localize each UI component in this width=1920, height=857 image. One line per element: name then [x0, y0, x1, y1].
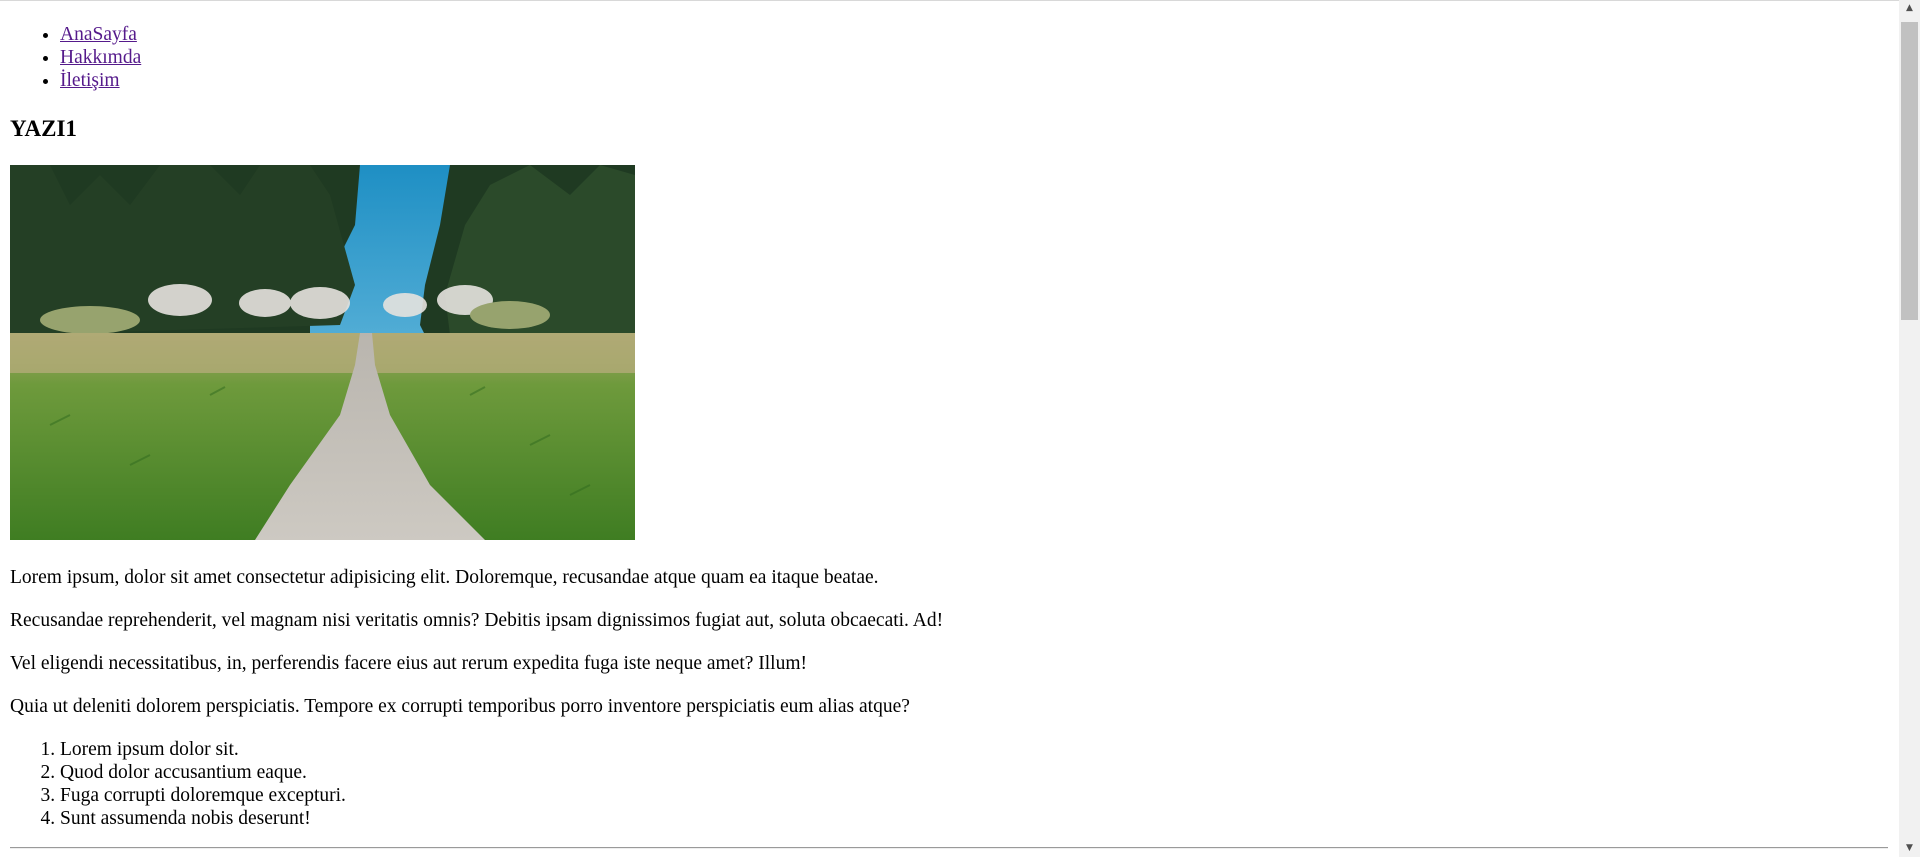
post-body: Lorem ipsum, dolor sit amet consectetur …: [10, 566, 1870, 738]
nav-link-home[interactable]: AnaSayfa: [60, 24, 137, 45]
vertical-scrollbar[interactable]: ▲ ▼: [1899, 0, 1920, 857]
post-paragraph: Recusandae reprehenderit, vel magnam nis…: [10, 610, 944, 631]
nav-item-contact: İletişim: [60, 69, 1889, 92]
list-item: Sunt assumenda nobis deserunt!: [60, 807, 346, 830]
scrollbar-thumb[interactable]: [1901, 22, 1918, 320]
post-paragraph: Lorem ipsum, dolor sit amet consectetur …: [10, 567, 879, 588]
page-content: AnaSayfa Hakkımda İletişim: [0, 23, 1899, 92]
nav-link-contact[interactable]: İletişim: [60, 70, 120, 91]
post-image: [10, 165, 635, 540]
horizontal-rule: [10, 847, 1888, 849]
page-viewport: AnaSayfa Hakkımda İletişim YAZI1: [0, 1, 1899, 857]
main-nav: AnaSayfa Hakkımda İletişim: [10, 23, 1889, 92]
scroll-up-arrow-icon[interactable]: ▲: [1899, 0, 1920, 17]
nav-link-about[interactable]: Hakkımda: [60, 47, 141, 68]
forest-path-illustration: [10, 165, 635, 540]
list-item: Fuga corrupti doloremque excepturi.: [60, 784, 346, 807]
list-item: Quod dolor accusantium eaque.: [60, 761, 346, 784]
nav-item-about: Hakkımda: [60, 46, 1889, 69]
scroll-down-arrow-icon[interactable]: ▼: [1899, 840, 1920, 857]
post-title: YAZI1: [10, 116, 77, 141]
post-paragraph: Vel eligendi necessitatibus, in, perfere…: [10, 653, 808, 674]
nav-item-home: AnaSayfa: [60, 23, 1889, 46]
post-paragraph: Quia ut deleniti dolorem perspiciatis. T…: [10, 696, 910, 717]
list-item: Lorem ipsum dolor sit.: [60, 738, 346, 761]
post-list: Lorem ipsum dolor sit. Quod dolor accusa…: [10, 738, 346, 830]
